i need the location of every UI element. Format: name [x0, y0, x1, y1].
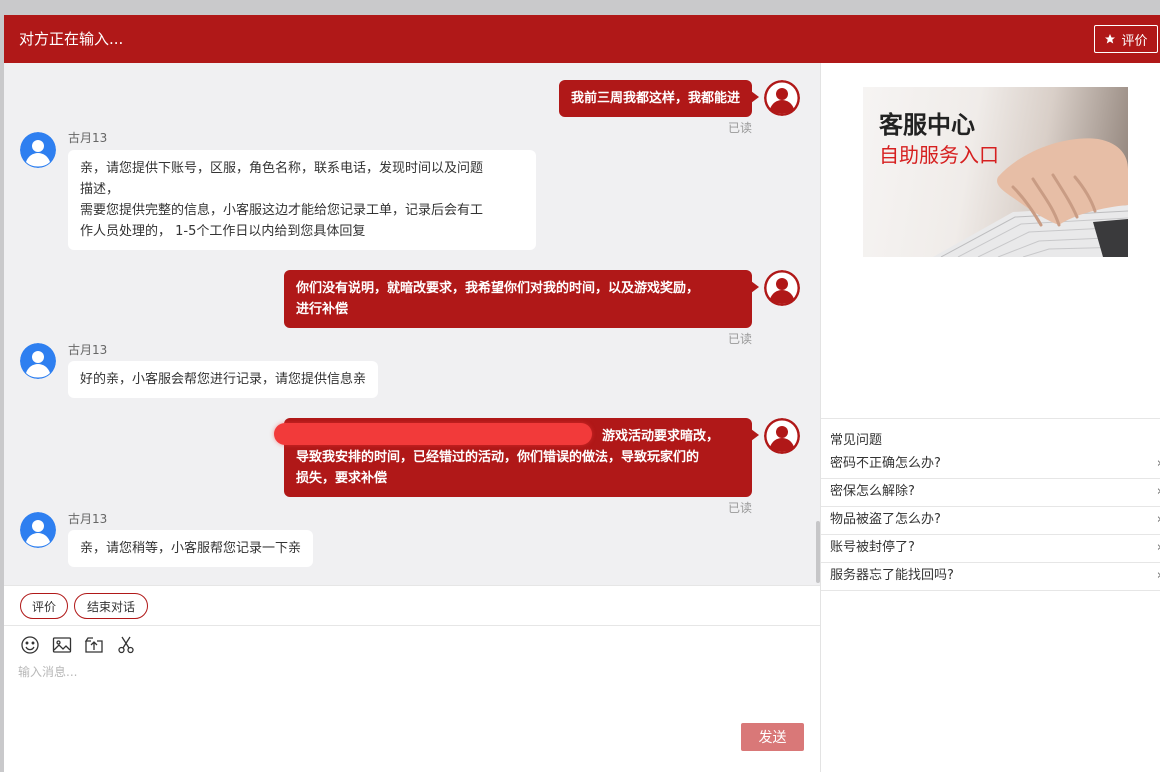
faq-item-label: 服务器忘了能找回吗?	[830, 568, 954, 583]
agent-message: 好的亲，小客服会帮您进行记录，请您提供信息亲	[68, 361, 379, 398]
star-icon	[1105, 34, 1116, 44]
faq-item[interactable]: 密码不正确怎么办?›	[821, 451, 1160, 479]
faq-title: 常见问题	[830, 433, 883, 448]
message-text: 作人员处理的， 1-5个工作日以内给到您具体回复	[80, 224, 366, 239]
message-text: 损失，要求补偿	[296, 471, 388, 486]
faq-item[interactable]: 密保怎么解除?›	[821, 479, 1160, 507]
message-text: 描述，	[80, 182, 120, 197]
user-message: 你们没有说明，就暗改要求，我希望你们对我的时间，以及游戏奖励， 进行补偿	[284, 270, 759, 328]
typing-status: 对方正在输入...	[19, 30, 124, 48]
faq-item-label: 账号被封停了?	[830, 540, 915, 555]
agent-name: 古月13	[68, 512, 108, 526]
faq-item-label: 物品被盗了怎么办?	[830, 512, 941, 527]
chat-header: 对方正在输入... 评价	[4, 15, 1160, 63]
banner-title: 客服中心	[879, 111, 975, 139]
read-receipt: 已读	[728, 332, 753, 346]
quick-actions: 评价 结束对话	[4, 585, 820, 626]
read-receipt: 已读	[728, 121, 753, 135]
scissors-icon[interactable]	[116, 635, 136, 655]
service-center-banner[interactable]: 客服中心 自助服务入口	[863, 87, 1128, 257]
message-list[interactable]: 我前三周我都这样，我都能进 已读 古月13 亲，请您提供下账号，区服，角色名称，…	[4, 63, 820, 585]
rate-button-label: 评价	[1121, 33, 1148, 49]
read-receipt: 已读	[728, 501, 753, 515]
user-message: 我前三周我都这样，我都能进	[558, 80, 760, 117]
faq-panel: 常见问题 密码不正确怎么办?› 密保怎么解除?› 物品被盗了怎么办?› 账号被封…	[821, 418, 1160, 591]
user-message: 游戏活动要求暗改， 导致我安排的时间，已经错过的活动，你们错误的做法，导致玩家们…	[274, 418, 759, 497]
faq-item[interactable]: 账号被封停了?›	[821, 535, 1160, 563]
rate-chip[interactable]: 评价	[20, 593, 68, 619]
message-text: 好的亲，小客服会帮您进行记录，请您提供信息亲	[80, 372, 367, 387]
faq-item[interactable]: 物品被盗了怎么办?›	[821, 507, 1160, 535]
faq-item[interactable]: 服务器忘了能找回吗?›	[821, 563, 1160, 591]
faq-item-label: 密保怎么解除?	[830, 484, 915, 499]
banner-subtitle: 自助服务入口	[879, 143, 999, 167]
image-icon[interactable]	[52, 635, 72, 655]
user-avatar	[764, 270, 800, 306]
input-toolbar	[20, 635, 136, 655]
agent-avatar	[20, 132, 56, 168]
agent-name: 古月13	[68, 131, 108, 145]
upload-icon[interactable]	[84, 635, 104, 655]
rate-button[interactable]: 评价	[1094, 25, 1158, 53]
message-input[interactable]	[18, 663, 808, 723]
message-text: 我前三周我都这样，我都能进	[570, 91, 740, 106]
emoji-icon[interactable]	[20, 635, 40, 655]
agent-avatar	[20, 512, 56, 548]
message-text: 你们没有说明，就暗改要求，我希望你们对我的时间，以及游戏奖励，	[296, 281, 700, 296]
message-text: 亲，请您稍等，小客服帮您记录一下亲	[80, 541, 302, 556]
message-text: 导致我安排的时间，已经错过的活动，你们错误的做法，导致玩家们的	[296, 450, 700, 465]
agent-name: 古月13	[68, 343, 108, 357]
message-text: 进行补偿	[296, 302, 349, 317]
end-chat-chip[interactable]: 结束对话	[74, 593, 148, 619]
user-avatar	[764, 418, 800, 454]
send-button[interactable]: 发送	[741, 723, 804, 751]
agent-message: 亲，请您提供下账号，区服，角色名称，联系电话，发现时间以及问题 描述， 需要您提…	[68, 150, 536, 250]
agent-avatar	[20, 343, 56, 379]
user-avatar	[764, 80, 800, 116]
message-text: 需要您提供完整的信息，小客服这边才能给您记录工单，记录后会有工	[80, 203, 484, 218]
faq-item-label: 密码不正确怎么办?	[830, 456, 941, 471]
agent-message: 亲，请您稍等，小客服帮您记录一下亲	[68, 530, 314, 567]
chat-window: 对方正在输入... 评价 我前三周我都这样，我都能进 已读 古月13 亲，请您提…	[4, 15, 1160, 772]
redaction-mark	[274, 423, 592, 445]
message-text: 亲，请您提供下账号，区服，角色名称，联系电话，发现时间以及问题	[80, 161, 484, 176]
